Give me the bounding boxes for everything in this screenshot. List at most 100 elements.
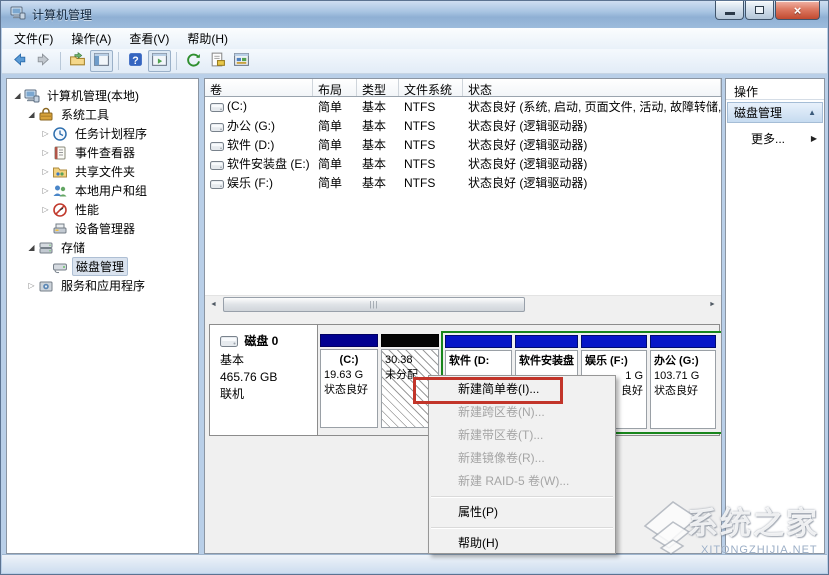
toolbar-button-export-folder[interactable] bbox=[66, 50, 89, 72]
collapsed-arrow-icon[interactable]: ▷ bbox=[25, 281, 38, 290]
expanded-arrow-icon[interactable]: ◢ bbox=[25, 110, 38, 119]
scroll-left-button[interactable]: ◄ bbox=[205, 296, 222, 313]
collapsed-arrow-icon[interactable]: ▷ bbox=[39, 167, 52, 176]
menubar-item[interactable]: 操作(A) bbox=[62, 27, 120, 50]
drive-icon bbox=[210, 121, 224, 135]
partition-size: 103.71 G bbox=[654, 369, 712, 384]
actions-group-label: 磁盘管理 bbox=[734, 104, 782, 121]
horizontal-scrollbar[interactable]: ◄ ||| ► bbox=[205, 295, 721, 312]
actions-more-item[interactable]: 更多... ▶ bbox=[726, 128, 824, 149]
tree-item-服务和应用程序[interactable]: ▷服务和应用程序 bbox=[7, 276, 198, 295]
drive-icon bbox=[210, 101, 224, 115]
expanded-arrow-icon[interactable]: ◢ bbox=[11, 91, 24, 100]
collapse-arrow-icon[interactable]: ▲ bbox=[808, 108, 816, 117]
volume-name-cell: 软件安装盘 (E:) bbox=[205, 155, 313, 173]
partition-block-body[interactable]: (C:)19.63 G状态良好 bbox=[320, 349, 378, 428]
tree-item-计算机管理(本地)[interactable]: ◢ 计算机管理(本地) bbox=[7, 86, 198, 105]
collapsed-arrow-icon[interactable]: ▷ bbox=[39, 129, 52, 138]
volume-list: (C:)简单基本NTFS状态良好 (系统, 启动, 页面文件, 活动, 故障转储… bbox=[205, 97, 721, 192]
volume-status-cell: 状态良好 (系统, 启动, 页面文件, 活动, 故障转储, 主 bbox=[463, 98, 721, 115]
console-tree-icon bbox=[93, 51, 110, 71]
partition-block-办公 (G:)[interactable]: 办公 (G:)103.71 G状态良好 bbox=[650, 335, 716, 431]
tree-item-事件查看器[interactable]: ▷事件查看器 bbox=[7, 143, 198, 162]
volume-column-header[interactable]: 状态 bbox=[463, 79, 721, 96]
drive-icon bbox=[210, 178, 224, 192]
disk-0-info[interactable]: 磁盘 0 基本 465.76 GB 联机 bbox=[210, 325, 318, 435]
collapsed-arrow-icon[interactable]: ▷ bbox=[39, 148, 52, 157]
close-button[interactable]: × bbox=[775, 1, 820, 20]
volume-column-header[interactable]: 文件系统 bbox=[399, 79, 463, 96]
tree-item-设备管理器[interactable]: 设备管理器 bbox=[7, 219, 198, 238]
submenu-arrow-icon: ▶ bbox=[811, 134, 817, 143]
menu-item-属性(P)[interactable]: 属性(P) bbox=[429, 501, 615, 524]
volume-column-header[interactable]: 卷 bbox=[205, 79, 313, 96]
disk-icon bbox=[220, 335, 238, 352]
task-scheduler-icon bbox=[52, 126, 68, 142]
toolbar-button-refresh[interactable] bbox=[182, 50, 205, 72]
computer-icon bbox=[24, 88, 40, 104]
volume-type-cell: 基本 bbox=[357, 174, 399, 191]
volume-row[interactable]: 办公 (G:)简单基本NTFS状态良好 (逻辑驱动器) bbox=[205, 116, 721, 135]
tree-item-磁盘管理[interactable]: 磁盘管理 bbox=[7, 257, 198, 276]
actions-title: 操作 bbox=[726, 79, 824, 100]
partition-status: 状态良好 bbox=[324, 383, 374, 398]
toolbar-button-properties[interactable] bbox=[206, 50, 229, 72]
tree-item-label: 本地用户和组 bbox=[72, 182, 150, 199]
partition-block-body[interactable]: 办公 (G:)103.71 G状态良好 bbox=[650, 350, 716, 429]
app-icon bbox=[10, 5, 26, 24]
tree-item-存储[interactable]: ◢存储 bbox=[7, 238, 198, 257]
partition-block-(C:)[interactable]: (C:)19.63 G状态良好 bbox=[320, 334, 378, 430]
toolbar-button-help[interactable]: ? bbox=[124, 50, 147, 72]
tree-item-label: 性能 bbox=[72, 201, 102, 218]
volume-name-cell: 娱乐 (F:) bbox=[205, 174, 313, 192]
disk-status: 联机 bbox=[220, 386, 317, 403]
maximize-button[interactable] bbox=[745, 1, 774, 20]
toolbar-button-disk-actions[interactable] bbox=[230, 50, 253, 72]
menu-item-新建跨区卷(N)...: 新建跨区卷(N)... bbox=[429, 401, 615, 424]
tree-item-本地用户和组[interactable]: ▷ 本地用户和组 bbox=[7, 181, 198, 200]
forward-icon bbox=[35, 51, 52, 71]
tree-item-label: 磁盘管理 bbox=[72, 257, 128, 276]
expanded-arrow-icon[interactable]: ◢ bbox=[25, 243, 38, 252]
toolbar-button-console-tree[interactable] bbox=[90, 50, 113, 72]
minimize-button[interactable] bbox=[715, 1, 744, 20]
menu-item-帮助(H)[interactable]: 帮助(H) bbox=[429, 532, 615, 555]
actions-group-disk-management[interactable]: 磁盘管理 ▲ bbox=[727, 102, 823, 123]
toolbar-button-back[interactable] bbox=[8, 50, 31, 72]
partition-label: 软件 (D: bbox=[449, 354, 508, 369]
volume-column-header[interactable]: 布局 bbox=[313, 79, 357, 96]
collapsed-arrow-icon[interactable]: ▷ bbox=[39, 205, 52, 214]
tree-item-共享文件夹[interactable]: ▷共享文件夹 bbox=[7, 162, 198, 181]
scroll-right-button[interactable]: ► bbox=[704, 296, 721, 313]
menubar-item[interactable]: 查看(V) bbox=[120, 27, 178, 50]
volume-row[interactable]: (C:)简单基本NTFS状态良好 (系统, 启动, 页面文件, 活动, 故障转储… bbox=[205, 97, 721, 116]
tree-item-性能[interactable]: ▷ 性能 bbox=[7, 200, 198, 219]
volume-row[interactable]: 软件安装盘 (E:)简单基本NTFS状态良好 (逻辑驱动器) bbox=[205, 154, 721, 173]
scrollbar-thumb[interactable]: ||| bbox=[223, 297, 525, 312]
volume-row[interactable]: 娱乐 (F:)简单基本NTFS状态良好 (逻辑驱动器) bbox=[205, 173, 721, 192]
toolbar-button-forward[interactable] bbox=[32, 50, 55, 72]
volume-fs-cell: NTFS bbox=[399, 176, 463, 190]
tree-item-label: 任务计划程序 bbox=[72, 125, 150, 142]
collapsed-arrow-icon[interactable]: ▷ bbox=[39, 186, 52, 195]
volume-column-header[interactable]: 类型 bbox=[357, 79, 399, 96]
menubar-item[interactable]: 文件(F) bbox=[5, 27, 62, 50]
tree-item-label: 设备管理器 bbox=[72, 220, 138, 237]
tree-item-label: 计算机管理(本地) bbox=[44, 87, 142, 104]
tree-item-label: 系统工具 bbox=[58, 106, 112, 123]
volume-row[interactable]: 软件 (D:)简单基本NTFS状态良好 (逻辑驱动器) bbox=[205, 135, 721, 154]
volume-fs-cell: NTFS bbox=[399, 138, 463, 152]
tree-item-任务计划程序[interactable]: ▷ 任务计划程序 bbox=[7, 124, 198, 143]
help-icon: ? bbox=[127, 51, 144, 71]
volume-status-cell: 状态良好 (逻辑驱动器) bbox=[463, 136, 721, 153]
menu-item-新建 RAID-5 卷(W)...: 新建 RAID-5 卷(W)... bbox=[429, 470, 615, 493]
title-bar[interactable]: 计算机管理 × bbox=[1, 1, 828, 28]
toolbar-button-action-pane[interactable] bbox=[148, 50, 171, 72]
action-pane-icon bbox=[151, 51, 168, 71]
actions-more-label: 更多... bbox=[751, 130, 785, 147]
volume-layout-cell: 简单 bbox=[313, 155, 357, 172]
menubar-item[interactable]: 帮助(H) bbox=[178, 27, 237, 50]
volume-type-cell: 基本 bbox=[357, 117, 399, 134]
volume-fs-cell: NTFS bbox=[399, 157, 463, 171]
tree-item-系统工具[interactable]: ◢ 系统工具 bbox=[7, 105, 198, 124]
